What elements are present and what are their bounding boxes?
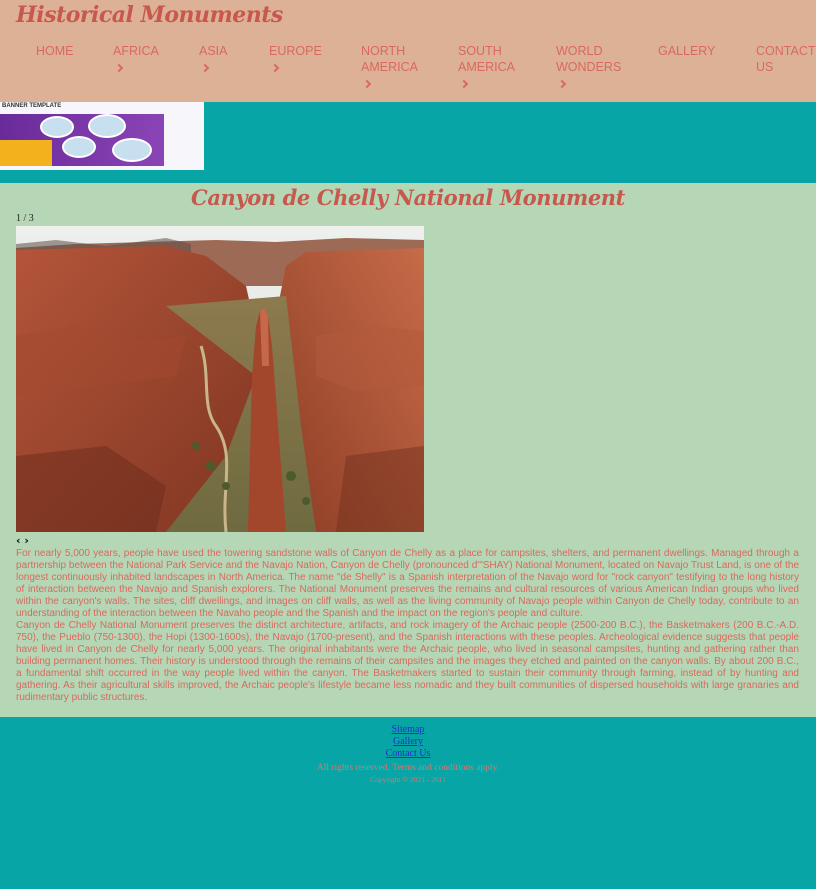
nav-africa-label: AFRICA (113, 44, 159, 58)
nav-europe[interactable]: EUROPE (269, 43, 334, 75)
footer-rights: All rights reserved. Terms and condition… (316, 763, 500, 773)
article-body: For nearly 5,000 years, people have used… (16, 548, 799, 704)
banner-photo-circle (112, 138, 152, 162)
nav-north-america[interactable]: NORTH AMERICA (361, 43, 427, 91)
nav-world-wonders-label: WORLD WONDERS (556, 44, 622, 74)
nav-asia-label: ASIA (199, 44, 228, 58)
nav-europe-label: EUROPE (269, 44, 322, 58)
page-title: Canyon de Chelly National Monument (191, 185, 625, 210)
banner-photo-circle (62, 136, 96, 158)
nav-home[interactable]: HOME (36, 43, 74, 59)
chevron-right-icon (459, 79, 469, 89)
nav-gallery[interactable]: GALLERY (658, 43, 715, 59)
nav-south-america[interactable]: SOUTH AMERICA (458, 43, 524, 91)
nav-africa[interactable]: AFRICA (113, 43, 173, 75)
banner-image[interactable]: BANNER TEMPLATE (0, 102, 204, 170)
banner-photo-circle (88, 114, 126, 138)
footer: Sitemap Gallery Contact Us All rights re… (0, 717, 816, 889)
article-paragraph: Canyon de Chelly National Monument prese… (16, 620, 799, 703)
slideshow-image (16, 226, 424, 532)
main-content: Canyon de Chelly National Monument 1 / 3 (0, 183, 816, 717)
nav-world-wonders[interactable]: WORLD WONDERS (556, 43, 622, 91)
nav-asia[interactable]: ASIA (199, 43, 249, 75)
nav-gallery-label: GALLERY (658, 44, 716, 58)
nav-north-america-label: NORTH AMERICA (361, 44, 418, 74)
chevron-right-icon (270, 63, 280, 73)
footer-link-contact-us[interactable]: Contact Us (0, 748, 816, 760)
nav-south-america-label: SOUTH AMERICA (458, 44, 515, 74)
banner-yellow-panel (0, 140, 52, 166)
nav-contact-us[interactable]: CONTACT US (756, 43, 816, 75)
chevron-right-icon (557, 79, 567, 89)
article-paragraph: For nearly 5,000 years, people have used… (16, 548, 799, 619)
slideshow-controls: ‹ › (16, 534, 29, 547)
chevron-right-icon (200, 63, 210, 73)
site-logo[interactable]: Historical Monuments (16, 2, 283, 28)
nav-contact-us-label: CONTACT US (756, 44, 816, 74)
banner-label: BANNER TEMPLATE (2, 103, 62, 109)
footer-link-gallery[interactable]: Gallery (0, 736, 816, 748)
banner-photo-circle (40, 116, 74, 138)
footer-link-sitemap[interactable]: Sitemap (0, 724, 816, 736)
chevron-right-icon (362, 79, 372, 89)
top-header: Historical Monuments HOME AFRICA ASIA EU… (0, 0, 816, 102)
slide-counter: 1 / 3 (16, 213, 34, 224)
chevron-right-icon (114, 63, 124, 73)
canyon-photo (16, 226, 424, 532)
nav-home-label: HOME (36, 44, 74, 58)
prev-slide-button[interactable]: ‹ (16, 534, 21, 547)
footer-copyright: Copyright © 2021 - 2011 (370, 775, 446, 784)
next-slide-button[interactable]: › (24, 534, 29, 547)
